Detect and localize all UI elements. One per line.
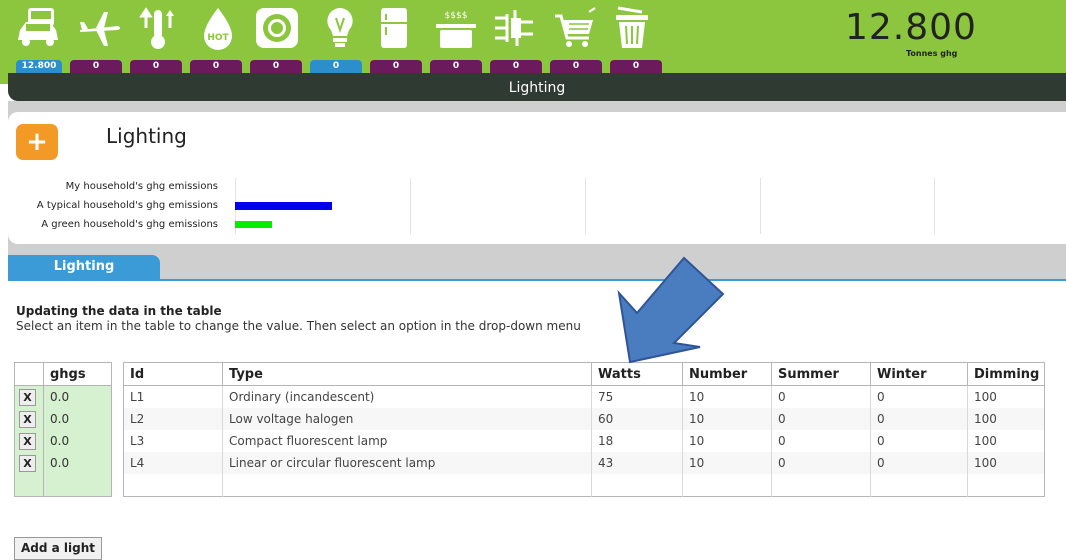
column-header-winter: Winter: [870, 362, 968, 386]
column-header-watts: Watts: [591, 362, 683, 386]
cell-winter[interactable]: 0: [870, 385, 968, 408]
cell-summer[interactable]: 0: [771, 430, 871, 452]
typical-household-bar: [235, 202, 332, 210]
shopping-cart-icon[interactable]: [553, 6, 599, 50]
comparison-label-green: A green household's ghg emissions: [41, 219, 218, 230]
cell-dimming[interactable]: 100: [968, 430, 1045, 452]
cell-winter[interactable]: 0: [870, 452, 968, 474]
add-light-button[interactable]: Add a light: [14, 537, 103, 560]
category-bar: HOT $$$$ 12.800 0 0 0 0 0 0 0 0 0 0 12.8…: [0, 0, 1066, 84]
column-header-number: Number: [682, 362, 772, 386]
category-badge: 0: [370, 60, 422, 73]
delete-row-button[interactable]: X: [19, 410, 36, 428]
cell-type[interactable]: Compact fluorescent lamp: [222, 430, 592, 452]
cell-summer[interactable]: 0: [771, 385, 871, 408]
cell-summer[interactable]: 0: [771, 452, 871, 474]
comparison-label-typical: A typical household's ghg emissions: [36, 200, 218, 211]
cell-id[interactable]: L2: [123, 408, 223, 430]
ghgs-cell: 0.0: [43, 452, 112, 474]
hot-water-icon[interactable]: HOT: [198, 6, 238, 50]
cell-watts[interactable]: 75: [591, 385, 683, 408]
table-row[interactable]: L4 Linear or circular fluorescent lamp 4…: [123, 452, 1045, 474]
cell-number[interactable]: 10: [682, 408, 772, 430]
grid-line: [585, 178, 586, 234]
delete-row-button[interactable]: X: [19, 432, 36, 450]
washing-machine-icon[interactable]: [254, 6, 300, 50]
cell-number[interactable]: 10: [682, 385, 772, 408]
cell-number[interactable]: 10: [682, 452, 772, 474]
cell-winter[interactable]: 0: [870, 408, 968, 430]
column-header-id: Id: [123, 362, 223, 386]
plug-icon[interactable]: [493, 6, 537, 50]
cooking-pot-icon[interactable]: $$$$: [432, 6, 478, 50]
column-header-dimming: Dimming: [967, 362, 1045, 386]
delete-column-header: [14, 362, 44, 386]
table-row[interactable]: L3 Compact fluorescent lamp 18 10 0 0 10…: [123, 430, 1045, 452]
cell-id[interactable]: L4: [123, 452, 223, 474]
lights-table: Id Type Watts Number Summer Winter Dimmi…: [123, 362, 1045, 497]
fridge-icon[interactable]: [377, 6, 411, 50]
plane-icon[interactable]: [78, 6, 122, 50]
help-text: Select an item in the table to change th…: [16, 319, 581, 333]
table-row[interactable]: L2 Low voltage halogen 60 10 0 0 100: [123, 408, 1045, 430]
empty-table-row: [123, 474, 1045, 497]
total-emissions-unit: Tonnes ghg: [906, 49, 958, 58]
cell-type[interactable]: Ordinary (incandescent): [222, 385, 592, 408]
cell-type[interactable]: Low voltage halogen: [222, 408, 592, 430]
category-badge: 0: [130, 60, 182, 73]
light-bulb-icon[interactable]: [320, 6, 360, 50]
cell-watts[interactable]: 60: [591, 408, 683, 430]
total-emissions-value: 12.800: [845, 7, 977, 48]
cell-watts[interactable]: 43: [591, 452, 683, 474]
category-badge: 0: [250, 60, 302, 73]
category-badge: 0: [490, 60, 542, 73]
cell-winter[interactable]: 0: [870, 430, 968, 452]
car-icon[interactable]: [16, 6, 62, 50]
tab-underline: [8, 279, 1066, 281]
ghgs-table: ghgs X 0.0 X 0.0 X 0.0 X 0.0: [14, 362, 112, 497]
category-badge: 0: [430, 60, 482, 73]
cell-dimming[interactable]: 100: [968, 386, 1045, 409]
plus-icon[interactable]: +: [16, 124, 58, 160]
hot-label: HOT: [207, 33, 229, 43]
thermometer-icon[interactable]: [138, 6, 178, 50]
current-section-bar: Lighting: [8, 73, 1066, 101]
category-badge-active: 0: [310, 60, 362, 73]
comparison-label-my: My household's ghg emissions: [65, 181, 218, 192]
table-row[interactable]: L1 Ordinary (incandescent) 75 10 0 0 100: [123, 385, 1045, 409]
column-header-type: Type: [222, 362, 592, 386]
section-title: Lighting: [106, 124, 187, 148]
cell-watts[interactable]: 18: [591, 430, 683, 452]
grid-line: [760, 178, 761, 234]
ghgs-cell: 0.0: [43, 430, 112, 452]
help-title: Updating the data in the table: [16, 304, 222, 318]
delete-row-button[interactable]: X: [19, 454, 36, 472]
category-badge: 0: [550, 60, 602, 73]
category-total-badge: 12.800: [16, 60, 62, 73]
cell-id[interactable]: L1: [123, 385, 223, 408]
cell-number[interactable]: 10: [682, 430, 772, 452]
ghgs-cell: 0.0: [43, 408, 112, 430]
green-household-bar: [235, 221, 272, 228]
cell-summer[interactable]: 0: [771, 408, 871, 430]
cell-type[interactable]: Linear or circular fluorescent lamp: [222, 452, 592, 474]
tab-lighting[interactable]: Lighting: [8, 255, 160, 279]
column-header-summer: Summer: [771, 362, 871, 386]
grid-line: [410, 178, 411, 234]
trash-bin-icon[interactable]: [612, 6, 652, 50]
ghgs-cell: 0.0: [43, 385, 112, 408]
category-badge: 0: [190, 60, 242, 73]
category-badge: 0: [70, 60, 122, 73]
category-badge: 0: [610, 60, 662, 73]
steam-label: $$$$: [445, 11, 468, 21]
cell-id[interactable]: L3: [123, 430, 223, 452]
cell-dimming[interactable]: 100: [967, 452, 1045, 474]
grid-line: [934, 178, 935, 234]
delete-row-button[interactable]: X: [19, 388, 36, 406]
cell-dimming[interactable]: 100: [967, 408, 1045, 430]
ghgs-column-header: ghgs: [43, 362, 112, 386]
